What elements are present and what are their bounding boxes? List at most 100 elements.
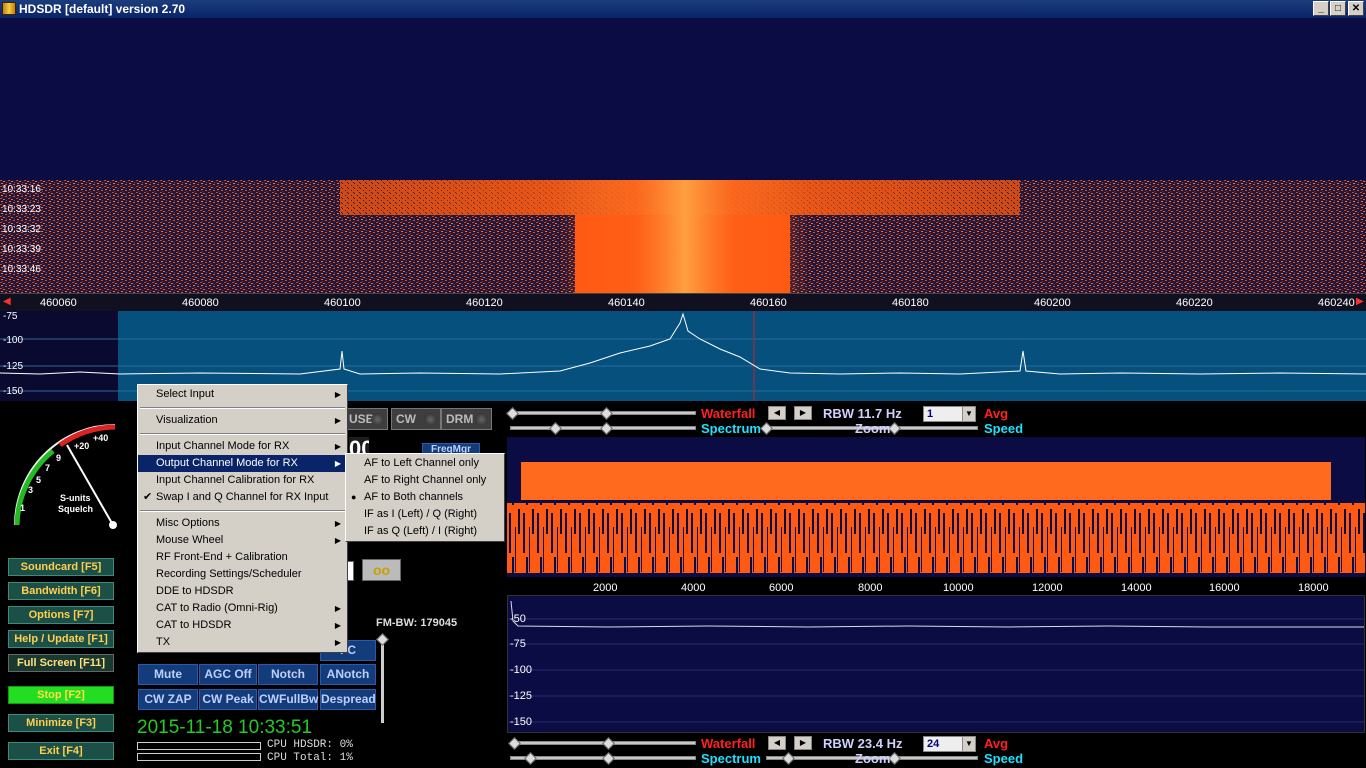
slider-thumb[interactable]	[549, 422, 562, 435]
minimize-button[interactable]: Minimize [F3]	[8, 714, 114, 732]
menu-item-misc-options[interactable]: Misc Options ▶	[138, 515, 347, 532]
mode-drm-button[interactable]: DRM	[441, 408, 492, 430]
menu-item-mouse-wheel[interactable]: Mouse Wheel ▶	[138, 532, 347, 549]
stop-button[interactable]: Stop [F2]	[8, 686, 114, 704]
slider-thumb[interactable]	[524, 752, 537, 765]
menu-item-cat-radio[interactable]: CAT to Radio (Omni-Rig) ▶	[138, 600, 347, 617]
freq-tick-label: 460220	[1176, 297, 1213, 309]
despread-button[interactable]: Despread	[320, 689, 376, 710]
mute-button[interactable]: Mute	[138, 664, 198, 685]
menu-item-label: Mouse Wheel	[156, 534, 224, 546]
menu-item-label: AF to Both channels	[364, 491, 464, 503]
rbw-decrease-icon[interactable]: ◀	[768, 406, 786, 420]
smeter-units-label: S-units	[60, 493, 91, 503]
loop-button[interactable]: oo	[362, 559, 401, 581]
slider-thumb[interactable]	[506, 407, 519, 420]
af-spectrum[interactable]	[507, 595, 1365, 733]
db-label: -75	[3, 311, 18, 322]
menu-item-input-channel-calibration[interactable]: Input Channel Calibration for RX	[138, 472, 347, 489]
menu-item-label: Output Channel Mode for RX	[156, 457, 298, 469]
slider-thumb[interactable]	[600, 407, 613, 420]
menu-item-recording-settings[interactable]: Recording Settings/Scheduler	[138, 566, 347, 583]
smeter-scale-label: +20	[74, 441, 90, 451]
menu-item-input-channel-mode[interactable]: Input Channel Mode for RX ▶	[138, 438, 347, 455]
cw-peak-button[interactable]: CW Peak	[199, 689, 257, 710]
rbw-decrease-icon[interactable]: ◀	[768, 736, 786, 750]
scroll-left-icon[interactable]: ◀	[3, 296, 11, 307]
squelch-slider-thumb[interactable]	[376, 633, 389, 646]
full-screen-button[interactable]: Full Screen [F11]	[8, 654, 114, 672]
menu-item-cat-hdsdr[interactable]: CAT to HDSDR ▶	[138, 617, 347, 634]
menu-item-select-input[interactable]: Select Input ▶	[138, 386, 347, 403]
chevron-down-icon: ▼	[962, 737, 975, 751]
waterfall-time-label: 10:33:39	[2, 244, 41, 255]
anotch-button[interactable]: ANotch	[320, 664, 376, 685]
freq-tick-label: 460120	[466, 297, 503, 309]
squelch-slider-track[interactable]	[381, 637, 384, 723]
options-button[interactable]: Options [F7]	[8, 606, 114, 624]
slider-thumb[interactable]	[602, 752, 615, 765]
radio-dot-icon: ●	[351, 492, 357, 502]
menu-item-swap-iq[interactable]: ✔ Swap I and Q Channel for RX Input	[138, 489, 347, 506]
mode-cw-button[interactable]: CW	[391, 408, 441, 430]
waterfall-label: Waterfall	[701, 736, 756, 751]
freq-tick-label: 460100	[324, 297, 361, 309]
af-db-label: -100	[510, 664, 533, 676]
frequency-scale[interactable]: ◀ ▶ 460060 460080 460100 460120 460140 4…	[0, 293, 1366, 311]
slider-thumb[interactable]	[602, 737, 615, 750]
submenu-item-af-both[interactable]: ● AF to Both channels	[346, 489, 504, 506]
checkmark-icon: ✔	[143, 491, 153, 503]
smeter-squelch-label: Squelch	[58, 504, 94, 514]
avg-select[interactable]: 24 ▼	[923, 736, 976, 752]
freq-tick-label: 460060	[40, 297, 77, 309]
soundcard-button[interactable]: Soundcard [F5]	[8, 558, 114, 576]
smeter-scale-label: 1	[20, 503, 26, 513]
menu-item-output-channel-mode[interactable]: Output Channel Mode for RX ▶	[138, 455, 347, 472]
menu-item-rf-front-end[interactable]: RF Front-End + Calibration	[138, 549, 347, 566]
af-waterfall[interactable]	[507, 437, 1365, 577]
slider-thumb[interactable]	[760, 422, 773, 435]
hdsdr-window: HDSDR [default] version 2.70 _ □ ✕ 10:33…	[0, 0, 1366, 768]
help-update-button[interactable]: Help / Update [F1]	[8, 630, 114, 648]
slider-thumb[interactable]	[600, 422, 613, 435]
rbw-increase-icon[interactable]: ▶	[794, 736, 812, 750]
af-freq-tick: 8000	[858, 582, 883, 594]
slider-thumb[interactable]	[782, 752, 795, 765]
rbw-increase-icon[interactable]: ▶	[794, 406, 812, 420]
submenu-item-if-qi[interactable]: IF as Q (Left) / I (Right)	[346, 523, 504, 540]
rf-waterfall[interactable]: 10:33:16 10:33:23 10:33:32 10:33:39 10:3…	[0, 18, 1366, 293]
maximize-window-button[interactable]: □	[1330, 1, 1346, 16]
submenu-item-af-left[interactable]: AF to Left Channel only	[346, 455, 504, 472]
zoom-label: Zoom	[855, 421, 891, 436]
menu-item-tx[interactable]: TX ▶	[138, 634, 347, 651]
cw-zap-button[interactable]: CW ZAP	[138, 689, 198, 710]
exit-button[interactable]: Exit [F4]	[8, 742, 114, 760]
af-db-label: -75	[510, 638, 526, 650]
freq-tick-label: 460200	[1034, 297, 1071, 309]
notch-button[interactable]: Notch	[258, 664, 318, 685]
scroll-right-icon[interactable]: ▶	[1356, 296, 1364, 307]
cw-fullbw-button[interactable]: CWFullBw	[258, 689, 318, 710]
cpu-total-label: CPU Total: 1%	[267, 752, 353, 764]
menu-item-visualization[interactable]: Visualization ▶	[138, 412, 347, 429]
speed-label: Speed	[984, 421, 1024, 436]
submenu-arrow-icon: ▶	[334, 416, 341, 425]
db-label: -150	[3, 386, 24, 397]
chevron-down-icon: ▼	[962, 407, 975, 421]
avg-label: Avg	[984, 406, 1009, 421]
menu-item-dde[interactable]: DDE to HDSDR	[138, 583, 347, 600]
avg-select[interactable]: 1 ▼	[923, 406, 976, 422]
minimize-window-button[interactable]: _	[1313, 1, 1329, 16]
output-channel-submenu: AF to Left Channel only AF to Right Chan…	[345, 453, 505, 542]
menu-item-label: IF as Q (Left) / I (Right)	[364, 525, 478, 537]
submenu-item-if-iq[interactable]: IF as I (Left) / Q (Right)	[346, 506, 504, 523]
bandwidth-button[interactable]: Bandwidth [F6]	[8, 582, 114, 600]
agc-off-button[interactable]: AGC Off	[199, 664, 257, 685]
spectrum-label: Spectrum	[701, 751, 761, 766]
mode-usb-button[interactable]: USB	[344, 408, 388, 430]
zoom-label: Zoom	[855, 751, 891, 766]
submenu-item-af-right[interactable]: AF to Right Channel only	[346, 472, 504, 489]
speed-label: Speed	[984, 751, 1024, 766]
close-window-button[interactable]: ✕	[1348, 1, 1364, 16]
slider-thumb[interactable]	[508, 737, 521, 750]
